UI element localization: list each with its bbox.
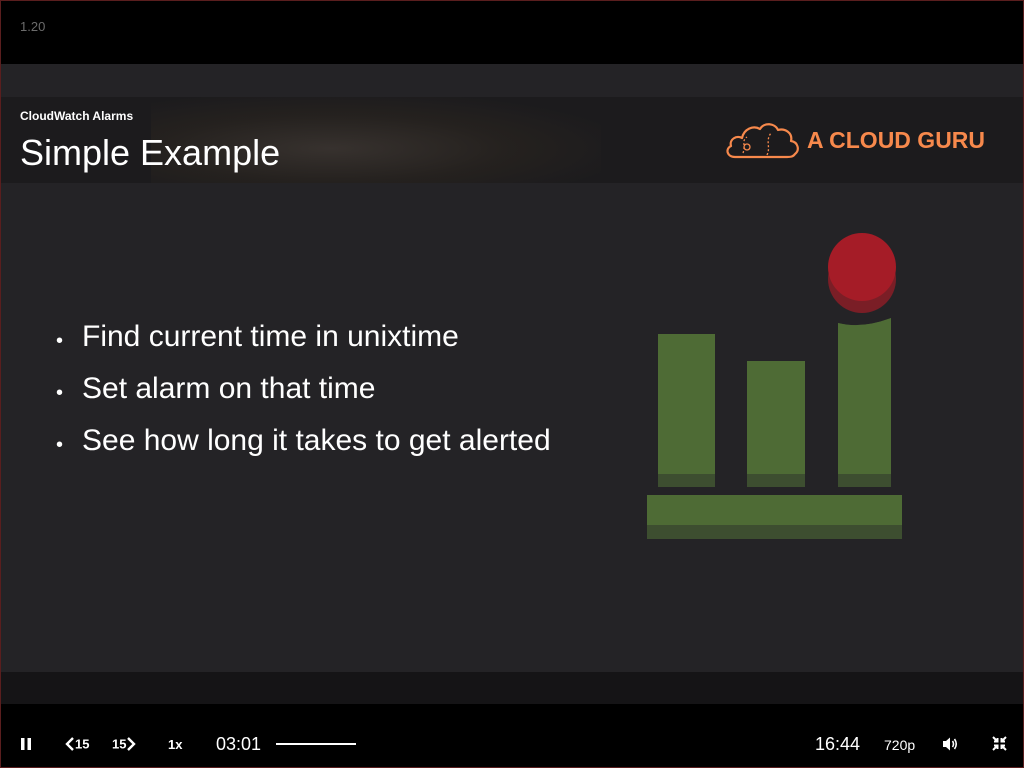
alarm-bar-chart-illustration <box>647 233 902 539</box>
slide[interactable]: CloudWatch Alarms Simple Example A CLOUD… <box>1 64 1023 672</box>
forward-label: 15 <box>112 736 127 752</box>
top-bar: 1.20 <box>1 1 1023 64</box>
volume-icon <box>943 737 958 751</box>
pause-icon <box>21 738 31 750</box>
caption-strip <box>1 672 1023 704</box>
bar-1 <box>658 334 715 474</box>
bullet-text: See how long it takes to get alerted <box>82 424 551 457</box>
current-time: 03:01 <box>216 734 262 754</box>
cloud-logo-icon <box>726 123 799 159</box>
video-player: 1.20 CloudWatch Alarms Simple Example A … <box>0 0 1024 768</box>
list-item: • See how long it takes to get alerted <box>56 424 551 476</box>
rewind-label: 15 <box>75 736 90 752</box>
slide-header: CloudWatch Alarms Simple Example A CLOUD… <box>1 97 1023 183</box>
bullet-icon: • <box>56 434 64 456</box>
quality-button[interactable]: 720p <box>884 737 915 753</box>
slide-subtitle: CloudWatch Alarms <box>20 109 134 123</box>
bar-3 <box>838 318 891 474</box>
player-controls: 15 15 1x 03:01 16:44 720p <box>1 704 1023 767</box>
chapter-number: 1.20 <box>20 19 46 34</box>
bullet-text: Find current time in unixtime <box>82 320 459 353</box>
progress-bar[interactable] <box>276 743 356 745</box>
brand-name: A CLOUD GURU <box>807 127 986 153</box>
bullet-text: Set alarm on that time <box>82 372 376 405</box>
bullet-icon: • <box>56 382 64 404</box>
slide-title: Simple Example <box>20 132 281 173</box>
brand-logo: A CLOUD GURU <box>723 117 1003 165</box>
rewind-15-button[interactable]: 15 <box>65 735 89 753</box>
chevron-right-icon <box>127 736 137 751</box>
pause-button[interactable] <box>19 737 33 756</box>
bar-2 <box>747 361 805 474</box>
bullet-icon: • <box>56 330 64 352</box>
base-bar <box>647 495 902 525</box>
volume-button[interactable] <box>942 736 959 757</box>
playback-speed-button[interactable]: 1x <box>168 737 182 752</box>
list-item: • Find current time in unixtime <box>56 320 551 372</box>
exit-fullscreen-icon <box>992 736 1007 751</box>
bullet-list: • Find current time in unixtime • Set al… <box>56 320 551 476</box>
list-item: • Set alarm on that time <box>56 372 551 424</box>
exit-fullscreen-button[interactable] <box>992 736 1007 756</box>
forward-15-button[interactable]: 15 <box>112 735 137 753</box>
chevron-left-icon <box>65 736 74 751</box>
alarm-ball <box>828 233 896 301</box>
duration: 16:44 <box>815 734 861 754</box>
